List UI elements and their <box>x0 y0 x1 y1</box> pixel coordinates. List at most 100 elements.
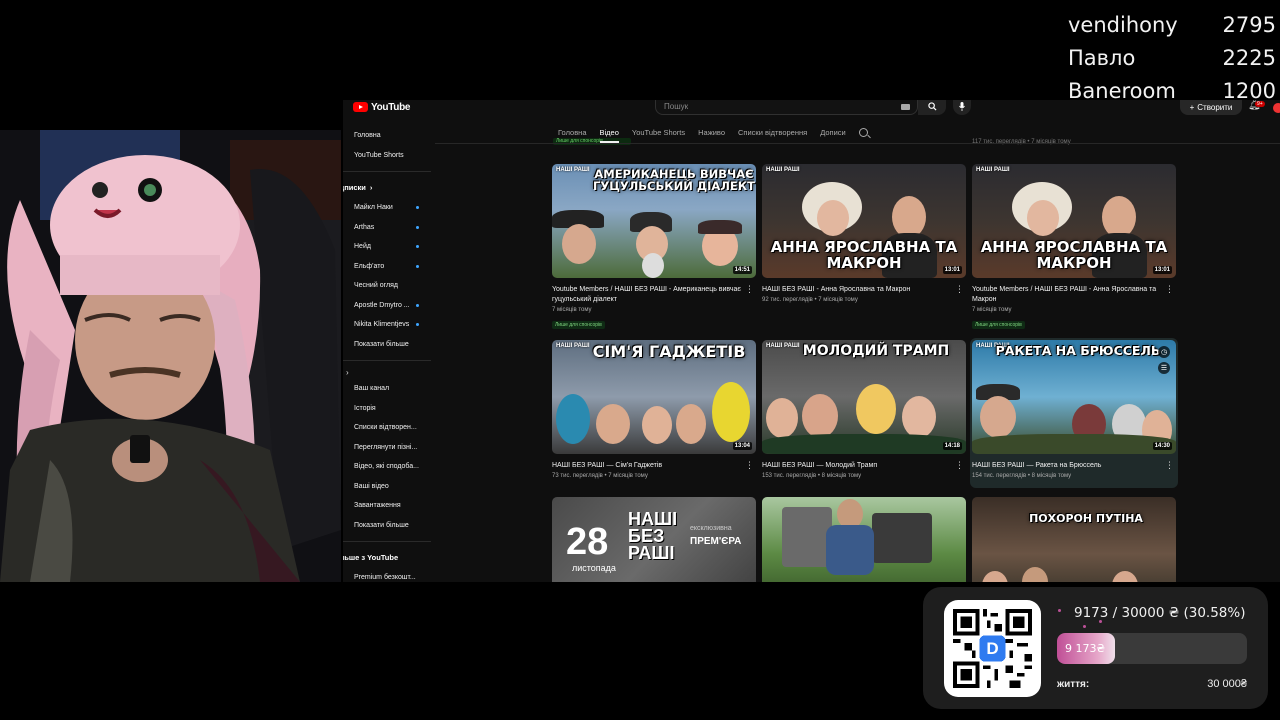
more-options-icon[interactable]: ⋮ <box>745 461 754 470</box>
video-thumbnail[interactable]: АМЕРИКАНЕЦЬ ВИВЧАЄ ГУЦУЛЬСЬКИЙ ДІАЛЕКТ Н… <box>552 164 756 278</box>
tab-live[interactable]: Наживо <box>698 123 725 141</box>
channel-search-icon[interactable] <box>858 127 868 137</box>
video-card[interactable]: НАШІ РАШІ СІМ'Я ГАДЖЕТІВ 13:04 НАШІ БЕЗ … <box>552 340 756 479</box>
sidebar-item-subscription[interactable]: Майкл Наки <box>343 198 433 218</box>
thumbnail-people <box>972 384 1176 454</box>
video-card[interactable]: НАШІ РАШІ МОЛОДИЙ ТРАМП 14:18 НАШІ БЕЗ Р… <box>762 340 966 479</box>
tab-videos[interactable]: Відео <box>599 123 620 143</box>
video-thumbnail[interactable]: НАШІ РАШІ СІМ'Я ГАДЖЕТІВ 13:04 <box>552 340 756 454</box>
youtube-play-icon <box>353 102 368 112</box>
new-content-dot <box>416 264 419 268</box>
notification-badge: 9+ <box>1255 101 1265 107</box>
mic-button[interactable] <box>953 100 971 115</box>
sidebar-item-label: Завантаження <box>354 502 401 510</box>
sidebar-item-history[interactable]: Історія <box>343 399 433 419</box>
video-thumbnail[interactable]: НАШІ РАШІ МОЛОДИЙ ТРАМП 14:18 <box>762 340 966 454</box>
video-card[interactable]: НАШІ РАШІ АННА ЯРОСЛАВНА ТА МАКРОН 13:01… <box>762 164 966 303</box>
sidebar-item-your-videos[interactable]: Ваші відео <box>343 477 433 497</box>
more-options-icon[interactable]: ⋮ <box>745 285 754 294</box>
channel-logo: НАШІ РАШІ <box>976 167 1010 173</box>
video-title[interactable]: Youtube Members / НАШІ БЕЗ РАШІ - Анна Я… <box>972 285 1176 305</box>
video-card[interactable]: АМЕРИКАНЕЦЬ ВИВЧАЄ ГУЦУЛЬСЬКИЙ ДІАЛЕКТ Н… <box>552 164 756 331</box>
video-title[interactable]: НАШІ БЕЗ РАШІ — Ракета на Брюссель ⋮ <box>972 461 1176 471</box>
sidebar-item-liked-videos[interactable]: Відео, які сподоба... <box>343 457 433 477</box>
sidebar-item-subscription[interactable]: Нейд <box>343 237 433 257</box>
video-thumbnail[interactable] <box>762 497 966 582</box>
more-options-icon[interactable]: ⋮ <box>1165 461 1174 470</box>
more-options-icon[interactable]: ⋮ <box>1165 285 1174 294</box>
keyboard-icon[interactable] <box>901 104 910 110</box>
sidebar-item-label: Показати більше <box>354 521 409 529</box>
sidebar-item-label: Списки відтворен... <box>354 424 417 432</box>
video-meta: 153 тис. переглядів • 8 місяців тому <box>762 473 862 480</box>
tab-playlists[interactable]: Списки відтворення <box>738 123 807 141</box>
video-thumbnail[interactable]: 28 листопада НАШІ БЕЗ РАШІ ексклюзивна П… <box>552 497 756 582</box>
video-title[interactable]: НАШІ БЕЗ РАШІ - Анна Ярославна та Макрон… <box>762 285 966 295</box>
sidebar-item-your-channel[interactable]: Ваш канал <box>343 379 433 399</box>
more-options-icon[interactable]: ⋮ <box>955 285 964 294</box>
donation-collected-label: 9 173₴ <box>1065 642 1106 655</box>
more-options-icon[interactable]: ⋮ <box>955 461 964 470</box>
video-thumbnail[interactable]: НАШІ РАШІ АННА ЯРОСЛАВНА ТА МАКРОН 13:01 <box>972 164 1176 278</box>
premiere-tag: ексклюзивна <box>690 525 732 532</box>
sidebar-item-watch-later[interactable]: Переглянути пізні... <box>343 438 433 458</box>
tab-home[interactable]: Головна <box>558 123 587 141</box>
youtube-logo[interactable]: YouTube <box>353 100 411 114</box>
donation-progress-text: 9173 / 30000 ₴ (30.58%) <box>1074 605 1246 621</box>
sidebar-item-subscription[interactable]: Nikita Klimentjevs <box>343 315 433 335</box>
tab-shorts[interactable]: YouTube Shorts <box>632 123 685 141</box>
sidebar-item-subscription[interactable]: Ельф'ато <box>343 257 433 277</box>
donor-name: Baneroom <box>1068 78 1176 103</box>
search-input[interactable]: Пошук <box>655 100 918 115</box>
sidebar-show-more[interactable]: Показати більше <box>343 516 433 536</box>
video-card[interactable]: ПОХОРОН ПУТІНА <box>972 497 1176 582</box>
avatar[interactable] <box>1273 103 1280 113</box>
sidebar-you-header[interactable]: › <box>343 365 433 379</box>
donation-goal-widget: D 9173 / 30000 ₴ (30.58%) 9 173₴ життя: … <box>923 587 1268 709</box>
sidebar-subscriptions-header[interactable]: Підписки › <box>343 176 433 198</box>
video-thumbnail[interactable]: ПОХОРОН ПУТІНА <box>972 497 1176 582</box>
youtube-window: YouTube Пошук + Створити 🔔︎ 9+ Головна Y… <box>343 100 1280 582</box>
sidebar-item-downloads[interactable]: Завантаження <box>343 496 433 516</box>
donation-qr-code[interactable]: D <box>944 600 1041 697</box>
tab-posts[interactable]: Дописи <box>820 123 846 141</box>
video-thumbnail[interactable]: НАШІ РАШІ РАКЕТА НА БРЮССЕЛЬ 14:30 ◷ ☰ <box>972 340 1176 454</box>
sidebar-show-more[interactable]: Показати більше <box>343 335 433 355</box>
sidebar-item-subscription[interactable]: Чесний огляд <box>343 276 433 296</box>
sidebar-item-shorts[interactable]: YouTube Shorts <box>343 146 433 166</box>
sidebar-item-playlists[interactable]: Списки відтворен... <box>343 418 433 438</box>
sidebar-item-premium[interactable]: Premium безкошт... <box>343 568 433 582</box>
video-title[interactable]: НАШІ БЕЗ РАШІ — Сім'я Гаджетів ⋮ <box>552 461 756 471</box>
donatello-logo: D <box>986 638 999 658</box>
sidebar-divider <box>343 171 431 172</box>
sidebar-section-title: Підписки <box>343 182 366 192</box>
video-title[interactable]: НАШІ БЕЗ РАШІ — Молодий Трамп ⋮ <box>762 461 966 471</box>
video-duration: 13:04 <box>732 442 752 450</box>
sidebar-item-subscription[interactable]: Arthas <box>343 218 433 238</box>
video-card[interactable] <box>762 497 966 582</box>
search-button[interactable] <box>918 100 946 115</box>
channel-tabs: Головна Відео YouTube Shorts Наживо Спис… <box>558 123 868 143</box>
sidebar-divider <box>343 360 431 361</box>
video-title-text: Youtube Members / НАШІ БЕЗ РАШІ - Анна Я… <box>972 286 1157 304</box>
sidebar-item-label: Arthas <box>354 223 375 231</box>
clock-icon[interactable]: ◷ <box>1158 346 1170 358</box>
video-duration: 14:51 <box>732 266 752 274</box>
new-content-dot <box>416 225 419 229</box>
video-title-text: НАШІ БЕЗ РАШІ — Ракета на Брюссель <box>972 462 1102 469</box>
sidebar-item-home[interactable]: Головна <box>343 126 433 146</box>
video-card-hovered[interactable]: НАШІ РАШІ РАКЕТА НА БРЮССЕЛЬ 14:30 ◷ ☰ Н… <box>970 338 1178 488</box>
add-to-queue-icon[interactable]: ☰ <box>1158 362 1170 374</box>
video-title[interactable]: Youtube Members / НАШІ БЕЗ РАШІ - Америк… <box>552 285 756 305</box>
thumbnail-people <box>972 561 1176 582</box>
sidebar-item-label: Premium безкошт... <box>354 574 416 582</box>
thumbnail-people <box>762 374 966 454</box>
video-meta: 117 тис. переглядів • 7 місяців тому <box>972 139 1071 145</box>
create-button[interactable]: + Створити <box>1180 100 1242 115</box>
youtube-topbar: YouTube Пошук + Створити 🔔︎ 9+ <box>343 100 1280 116</box>
sidebar-item-subscription[interactable]: Apostle Dmytro ... <box>343 296 433 316</box>
thumbnail-title: РАКЕТА НА БРЮССЕЛЬ <box>995 343 1161 358</box>
video-card[interactable]: НАШІ РАШІ АННА ЯРОСЛАВНА ТА МАКРОН 13:01… <box>972 164 1176 331</box>
video-card[interactable]: 28 листопада НАШІ БЕЗ РАШІ ексклюзивна П… <box>552 497 756 582</box>
video-thumbnail[interactable]: НАШІ РАШІ АННА ЯРОСЛАВНА ТА МАКРОН 13:01 <box>762 164 966 278</box>
